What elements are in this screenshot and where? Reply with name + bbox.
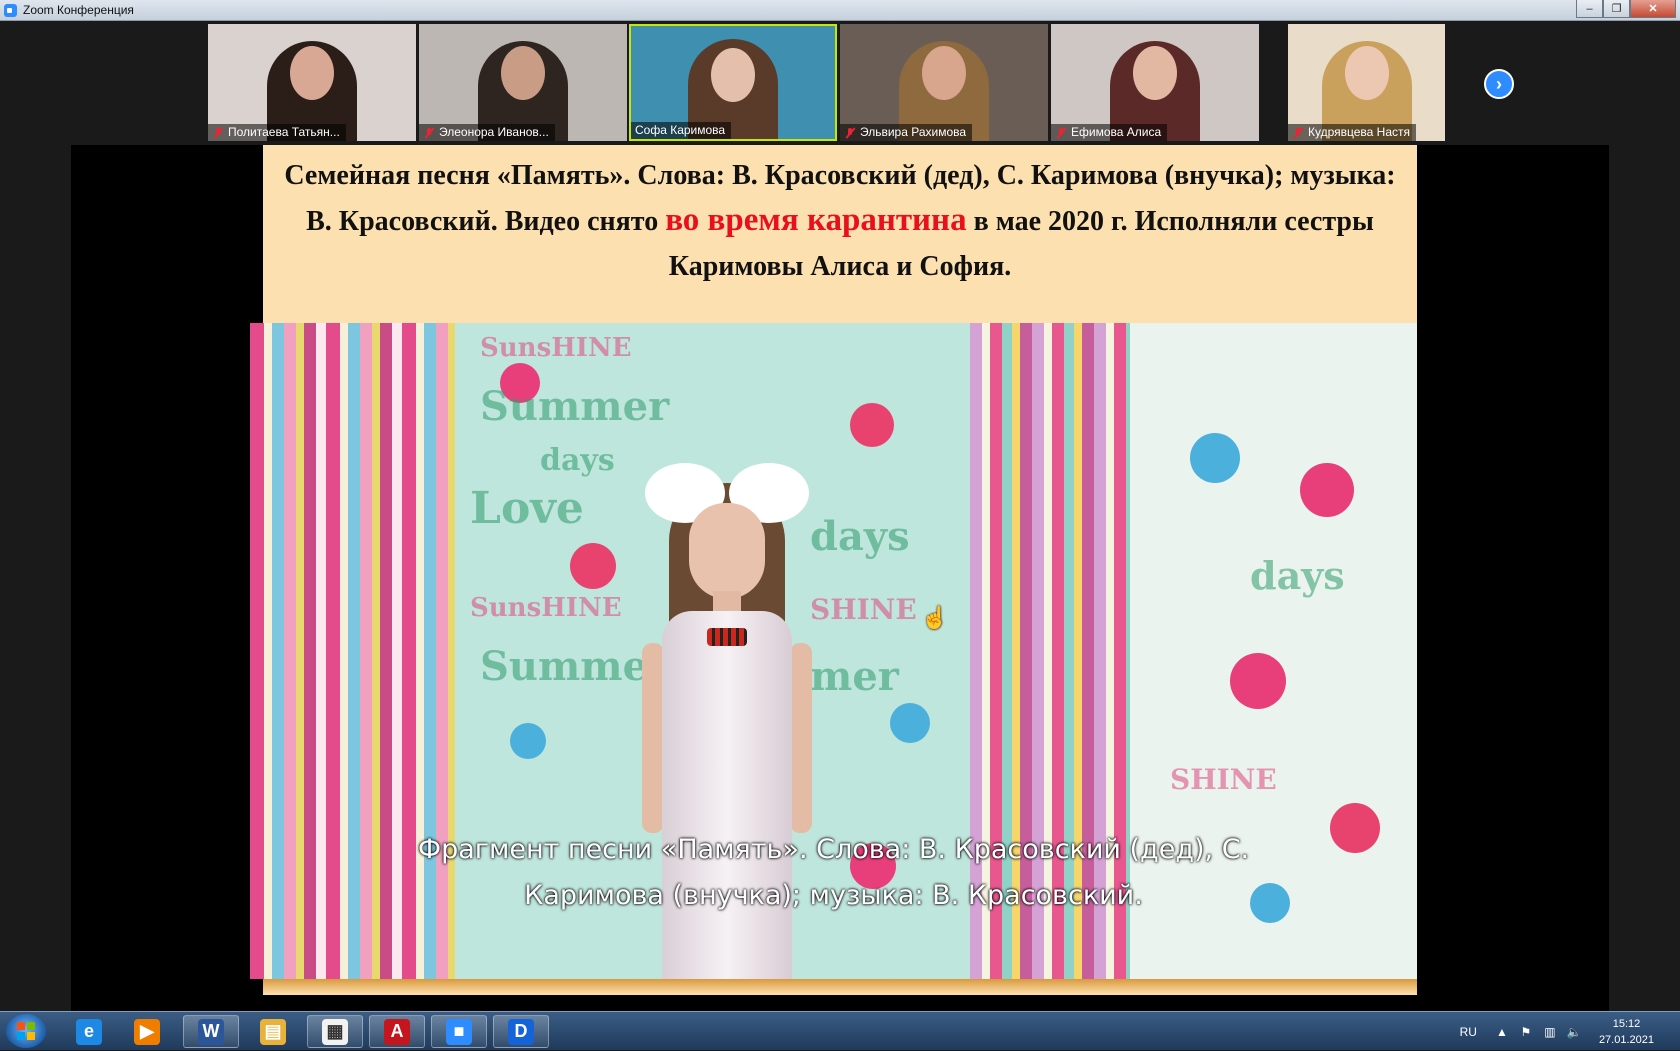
participant-face [711,48,755,102]
taskbar-app-word[interactable]: W [183,1015,239,1048]
windows-logo-icon [17,1022,35,1040]
wall-lettering: days [1250,553,1345,598]
mic-muted-icon [844,127,856,139]
flower-decoration [850,403,894,447]
network-icon[interactable]: ▥ [1543,1025,1557,1039]
window-title: Zoom Конференция [23,3,134,17]
system-tray: RU ▲ ⚑ ▥ 🔈 15:12 27.01.2021 [1460,1012,1680,1051]
clock-date: 27.01.2021 [1598,1033,1654,1046]
participant-name: Эльвира Рахимова [860,125,967,139]
participant-name: Элеонора Иванов... [439,125,549,139]
start-button[interactable] [6,1014,46,1048]
taskbar-app-acrobat[interactable]: A [369,1015,425,1048]
chevron-right-icon: › [1496,73,1502,94]
subtitle-line: Фрагмент песни «Память». Слова: В. Красо… [417,834,1250,865]
hand-cursor-icon: ☝ [921,605,949,630]
wall-lettering: days [810,513,910,560]
flower-decoration [1300,463,1354,517]
wall-lettering: SHINE [810,593,917,626]
wall-lettering: mer [810,653,899,700]
flower-decoration [570,543,616,589]
document-icon: ▦ [322,1018,348,1045]
participant-tile[interactable]: Эльвира Рахимова [840,24,1048,141]
media-player-icon: ▶ [134,1018,160,1045]
video-frame: SunsHINE Summer days Love SunsHINE Summe… [250,323,1417,979]
participant-face [501,46,545,100]
word-icon: W [198,1018,224,1045]
wall-lettering: days [540,443,615,478]
close-button[interactable]: ✕ [1630,0,1676,18]
next-participants-button[interactable]: › [1484,69,1514,99]
action-center-icon[interactable]: ⚑ [1519,1025,1533,1039]
video-subtitle: Фрагмент песни «Память». Слова: В. Красо… [250,827,1417,919]
wall-lettering: Summer [480,383,670,430]
language-indicator[interactable]: RU [1460,1025,1477,1039]
participant-name: Политаева Татьян... [228,125,340,139]
participant-face [1133,46,1177,100]
clock[interactable]: 15:12 27.01.2021 [1599,1016,1654,1048]
windows-taskbar: e ▶ W ▤ ▦ A ■ D RU ▲ ⚑ ▥ 🔈 15:12 27.01.2… [0,1011,1680,1050]
taskbar-app-explorer[interactable]: ▤ [245,1015,301,1048]
zoom-camera-icon: ■ [446,1018,472,1045]
taskbar-app-ie[interactable]: e [61,1015,117,1048]
wall-lettering: SHINE [1170,763,1277,796]
flower-decoration [510,723,546,759]
participant-face [1344,46,1389,100]
slide-bottom-strip [263,979,1417,995]
participant-tile[interactable]: Политаева Татьян... [208,24,416,141]
wall-lettering: Love [470,483,584,534]
window-titlebar: Zoom Конференция – ❐ ✕ [0,0,1680,21]
clock-time: 15:12 [1612,1017,1641,1030]
mic-muted-icon [1292,127,1304,139]
mic-muted-icon [212,127,224,139]
participant-face [290,46,334,100]
participant-face [922,46,966,100]
participant-tile[interactable]: Кудрявцева Настя [1288,24,1445,141]
caption-highlight: во время карантина [665,202,967,238]
participant-name: Ефимова Алиса [1071,125,1162,139]
mic-muted-icon [1055,127,1067,139]
internet-explorer-icon: e [76,1018,102,1045]
participant-name: Софа Каримова [635,123,726,137]
wall-lettering: SunsHINE [470,593,622,623]
flower-decoration [890,703,930,743]
folder-icon: ▤ [260,1018,286,1045]
taskbar-app-document[interactable]: ▦ [307,1015,363,1048]
flower-decoration [1190,433,1240,483]
st-george-ribbon [707,628,747,646]
d-app-icon: D [508,1018,534,1045]
participant-tile-active-speaker[interactable]: Софа Каримова [629,24,837,141]
mic-muted-icon [423,127,435,139]
taskbar-app-media-player[interactable]: ▶ [119,1015,175,1048]
taskbar-app-d[interactable]: D [493,1015,549,1048]
volume-icon[interactable]: 🔈 [1566,1025,1581,1039]
participant-tile[interactable]: Ефимова Алиса [1051,24,1259,141]
participant-name: Кудрявцева Настя [1308,125,1410,139]
shared-screen: Семейная песня «Память». Слова: В. Красо… [71,145,1609,1011]
minimize-button[interactable]: – [1576,0,1603,18]
maximize-button[interactable]: ❐ [1603,0,1630,18]
participant-tile[interactable]: Элеонора Иванов... [419,24,627,141]
chevron-up-icon[interactable]: ▲ [1495,1025,1509,1039]
subtitle-line: Каримова (внучка); музыка: В. Красовский… [524,880,1143,911]
wall-lettering: SunsHINE [480,333,632,363]
slide-caption: Семейная песня «Память». Слова: В. Красо… [263,145,1417,323]
acrobat-icon: A [384,1018,410,1045]
participant-strip: Политаева Татьян... Элеонора Иванов... С… [0,21,1680,145]
zoom-app-icon [4,3,17,17]
taskbar-app-zoom[interactable]: ■ [431,1015,487,1048]
flower-decoration [1230,653,1286,709]
